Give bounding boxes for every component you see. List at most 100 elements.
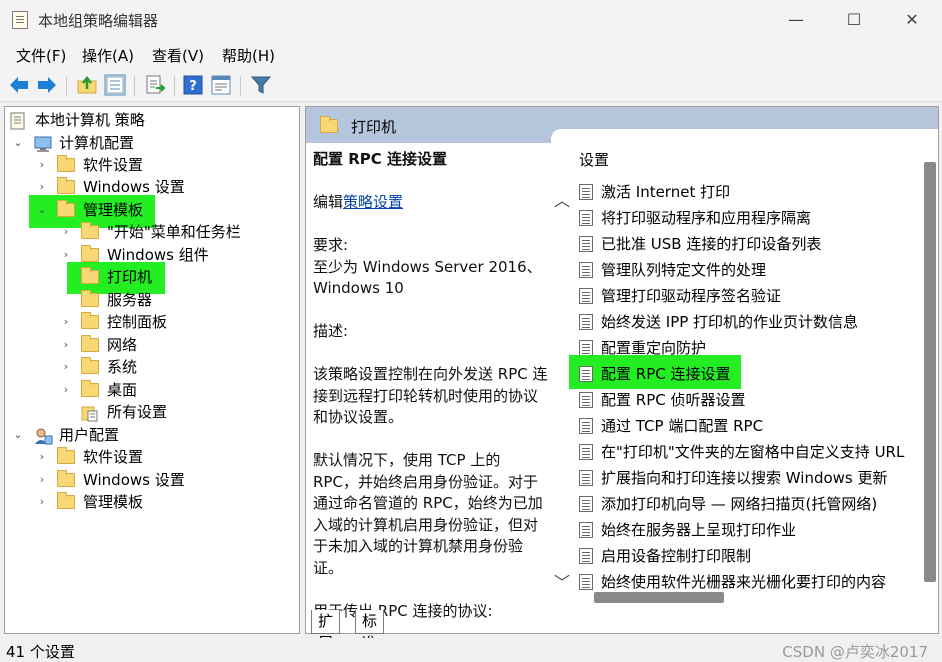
folder-icon [57, 470, 75, 487]
vertical-scrollbar-thumb[interactable] [924, 162, 936, 582]
tree-label: 管理模板 [83, 493, 144, 511]
policy-setting-icon [579, 366, 593, 382]
policy-setting-icon [579, 262, 593, 278]
computer-icon [34, 136, 52, 152]
policy-setting-icon [579, 288, 593, 304]
folder-icon [81, 380, 99, 397]
setting-label: 始终在服务器上呈现打印作业 [601, 521, 797, 539]
setting-label: 添加打印机向导 — 网络扫描页(托管网络) [601, 495, 878, 513]
chevron-right-icon[interactable]: › [61, 311, 71, 333]
toolbar-separator [66, 76, 67, 96]
chevron-right-icon[interactable]: › [37, 446, 47, 468]
scroll-down-icon[interactable]: ﹀ [552, 569, 572, 592]
horizontal-scrollbar-thumb[interactable] [594, 592, 724, 603]
folder-icon [320, 116, 338, 133]
menu-help[interactable]: 帮助(H) [222, 45, 275, 66]
tree-label: Windows 设置 [83, 471, 185, 489]
chevron-right-icon[interactable]: › [37, 469, 47, 491]
tree-label: 用户配置 [59, 426, 120, 444]
setting-label: 激活 Internet 打印 [601, 183, 731, 201]
tree-label: 本地计算机 策略 [35, 111, 145, 129]
folder-icon [81, 245, 99, 262]
setting-label: 将打印驱动程序和应用程序隔离 [601, 209, 812, 227]
policy-setting-icon [579, 444, 593, 460]
menu-action[interactable]: 操作(A) [82, 45, 134, 66]
chevron-down-icon[interactable]: ⌄ [37, 199, 47, 221]
chevron-right-icon[interactable]: › [61, 379, 71, 401]
toolbar-separator [134, 76, 135, 96]
settings-list: 设置 激活 Internet 打印 将打印驱动程序和应用程序隔离 已批准 USB… [551, 129, 938, 633]
edit-prefix: 编辑 [313, 193, 344, 211]
policy-setting-icon [579, 496, 593, 512]
maximize-button[interactable]: ☐ [832, 6, 876, 34]
description-paragraph: 用于传出 RPC 连接的协议: [313, 601, 493, 620]
toolbar: ? [0, 68, 942, 102]
tree-label: "开始"菜单和任务栏 [107, 223, 241, 241]
folder-icon [81, 267, 99, 284]
chevron-right-icon[interactable]: › [37, 154, 47, 176]
setting-label: 扩展指向和打印连接以搜索 Windows 更新 [601, 469, 888, 487]
requirements: 要求: 至少为 Windows Server 2016、Windows 10 [313, 235, 548, 300]
edit-policy-link[interactable]: 策略设置 [343, 193, 403, 211]
tree-label: 桌面 [107, 381, 138, 399]
folder-icon [57, 447, 75, 464]
forward-arrow-icon[interactable] [36, 74, 58, 96]
export-list-icon[interactable] [144, 74, 166, 96]
chevron-down-icon[interactable]: ⌄ [13, 132, 23, 154]
close-button[interactable]: ✕ [890, 6, 934, 34]
policy-doc-icon [10, 112, 25, 130]
tab-extended[interactable]: 扩展 [311, 610, 341, 652]
setting-label: 配置 RPC 侦听器设置 [601, 391, 746, 409]
description-paragraph: 默认情况下，使用 TCP 上的 RPC，并始终启用身份验证。对于通过命名管道的 … [313, 451, 543, 577]
chevron-down-icon[interactable]: ⌄ [13, 424, 23, 446]
tree-label: Windows 设置 [83, 178, 185, 196]
details-header-title: 打印机 [351, 118, 397, 136]
policy-setting-icon [579, 522, 593, 538]
policy-setting-icon [579, 236, 593, 252]
menu-file[interactable]: 文件(F) [16, 45, 66, 66]
chevron-right-icon[interactable]: › [37, 176, 47, 198]
policy-setting-icon [579, 418, 593, 434]
folder-icon [57, 492, 75, 509]
tree-label: 管理模板 [83, 201, 144, 219]
setting-label: 管理队列特定文件的处理 [601, 261, 767, 279]
chevron-right-icon[interactable]: › [61, 356, 71, 378]
tab-standard[interactable]: 标准 [355, 610, 385, 652]
svg-text:?: ? [189, 79, 197, 94]
show-hide-tree-icon[interactable] [104, 74, 126, 96]
tree-label: 系统 [107, 358, 138, 376]
back-arrow-icon[interactable] [8, 74, 30, 96]
setting-label: 在"打印机"文件夹的左窗格中自定义支持 URL [601, 443, 905, 461]
help-icon[interactable]: ? [182, 74, 204, 96]
policy-setting-icon [579, 314, 593, 330]
setting-label: 通过 TCP 端口配置 RPC [601, 417, 764, 435]
properties-icon[interactable] [210, 74, 232, 96]
policy-setting-icon [579, 392, 593, 408]
folder-icon [81, 312, 99, 329]
filter-icon[interactable] [250, 74, 272, 96]
details-panel: 打印机 配置 RPC 连接设置 编辑策略设置 要求: 至少为 Windows S… [305, 106, 939, 634]
policy-setting-icon [579, 210, 593, 226]
chevron-right-icon[interactable]: › [61, 334, 71, 356]
tree-label: 计算机配置 [59, 134, 135, 152]
folder-icon [81, 335, 99, 352]
chevron-right-icon[interactable]: › [37, 491, 47, 513]
setting-label: 始终发送 IPP 打印机的作业页计数信息 [601, 313, 859, 331]
window-title: 本地组策略编辑器 [38, 12, 159, 30]
up-folder-icon[interactable] [76, 74, 98, 96]
minimize-button[interactable]: — [774, 6, 818, 34]
description-title: 配置 RPC 连接设置 [313, 150, 447, 168]
scroll-up-icon[interactable]: ︿ [552, 187, 572, 210]
folder-icon [57, 200, 75, 217]
policy-setting-icon [579, 548, 593, 564]
folder-icon [57, 155, 75, 172]
chevron-right-icon[interactable]: › [61, 221, 71, 243]
toolbar-separator [240, 76, 241, 96]
menu-view[interactable]: 查看(V) [152, 45, 204, 66]
user-icon [35, 428, 53, 445]
tree-label: 服务器 [107, 291, 153, 309]
chevron-right-icon[interactable]: › [61, 244, 71, 266]
watermark-text: CSDN @卢奕冰2017 [782, 643, 928, 661]
settings-column-header[interactable]: 设置 [579, 149, 609, 170]
tree-panel: 本地计算机 策略 ⌄ 计算机配置 › 软件设置 › Windows 设置 ⌄ 管… [4, 106, 300, 634]
